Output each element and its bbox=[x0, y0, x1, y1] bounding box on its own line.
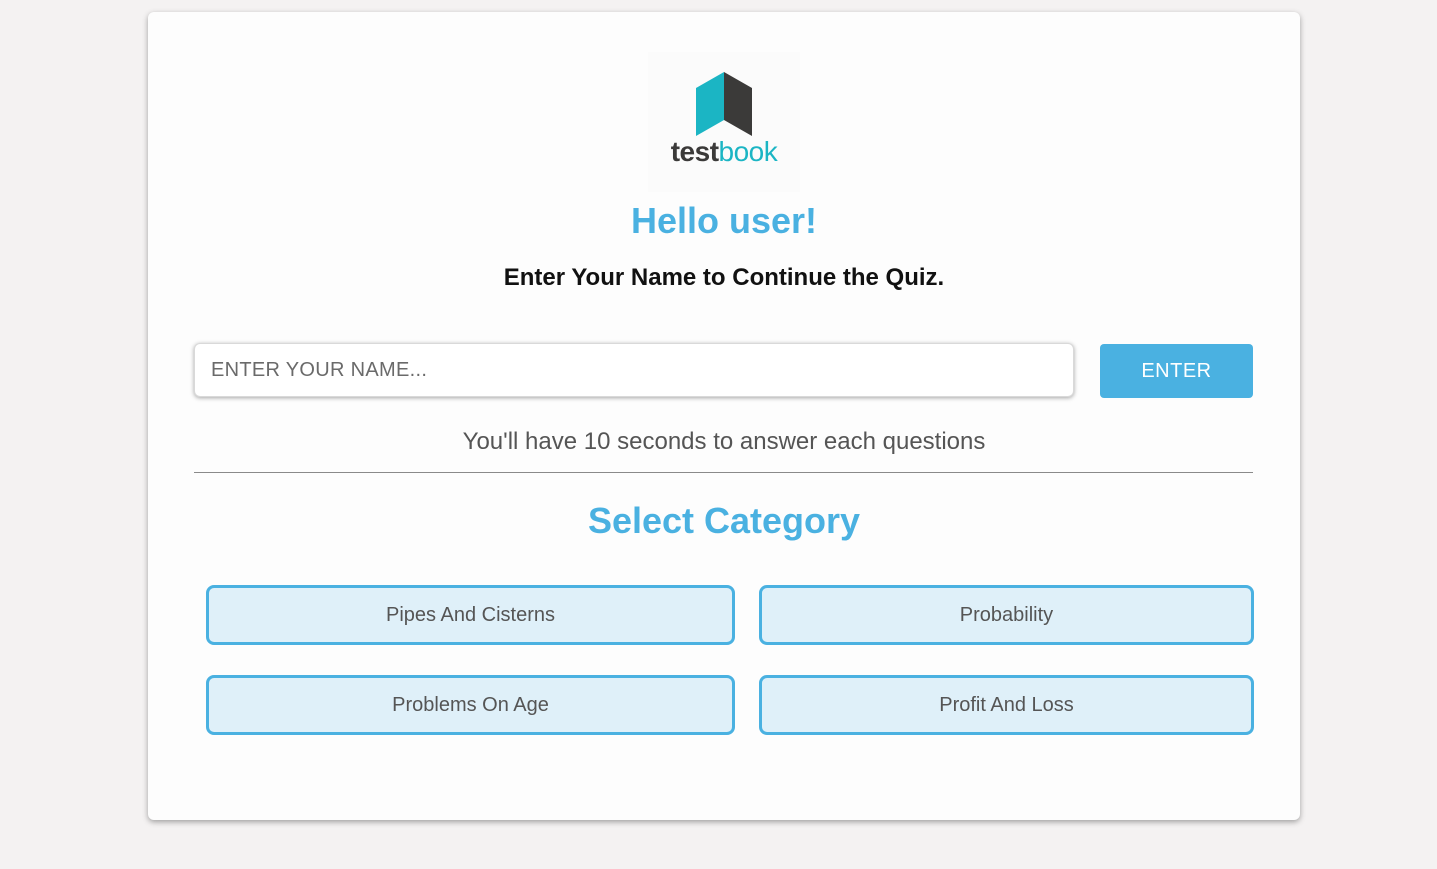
quiz-card: testbook Hello user! Enter Your Name to … bbox=[148, 12, 1300, 820]
divider bbox=[194, 472, 1253, 473]
enter-button[interactable]: ENTER bbox=[1100, 344, 1253, 398]
category-button-profit-and-loss[interactable]: Profit And Loss bbox=[759, 675, 1254, 735]
greeting-heading: Hello user! bbox=[630, 200, 818, 241]
logo-word-book: book bbox=[718, 136, 778, 167]
name-input[interactable] bbox=[194, 343, 1074, 397]
select-category-heading: Select Category bbox=[587, 500, 861, 541]
timer-note: You'll have 10 seconds to answer each qu… bbox=[462, 428, 986, 455]
testbook-logo: testbook bbox=[648, 52, 800, 192]
category-button-probability[interactable]: Probability bbox=[759, 585, 1254, 645]
category-button-problems-on-age[interactable]: Problems On Age bbox=[206, 675, 735, 735]
logo-wordmark: testbook bbox=[648, 136, 800, 168]
book-icon bbox=[696, 72, 752, 136]
instruction-text: Enter Your Name to Continue the Quiz. bbox=[503, 264, 945, 291]
category-button-pipes-and-cisterns[interactable]: Pipes And Cisterns bbox=[206, 585, 735, 645]
logo-word-test: test bbox=[670, 136, 719, 167]
